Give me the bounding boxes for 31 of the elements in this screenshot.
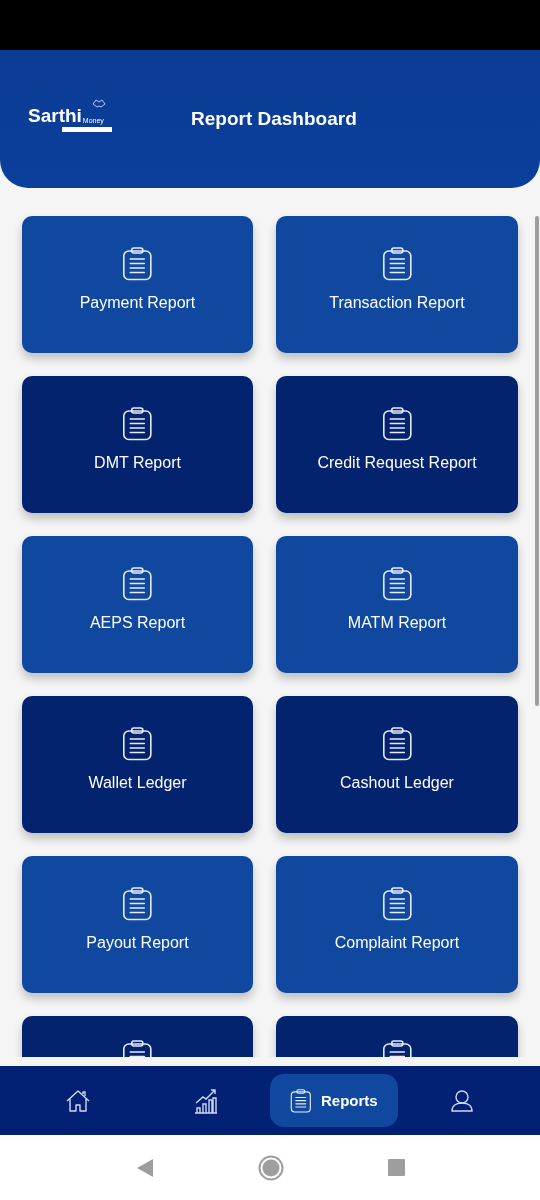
chart-icon [194,1087,218,1114]
report-card[interactable]: Wallet Ledger [22,696,253,833]
clipboard-icon [381,567,413,601]
report-card[interactable]: DMT Report [22,376,253,513]
logo-tagline-bar [62,126,112,132]
report-card[interactable]: AEPS Report [22,536,253,673]
logo-name: Sarthi [28,106,82,125]
home-icon [66,1089,90,1112]
recents-icon[interactable] [387,1159,405,1176]
clipboard-icon [381,247,413,281]
back-icon[interactable] [135,1157,154,1178]
profile-icon [451,1089,473,1112]
clipboard-icon [122,407,153,441]
home-button-icon[interactable] [257,1154,284,1181]
report-card[interactable]: MATM Report [276,536,518,673]
report-card[interactable]: Complaint Report [276,856,518,993]
nav-tab[interactable]: Reports [270,1074,398,1127]
report-card[interactable]: Transaction Report [276,216,518,353]
report-card[interactable]: Credit Request Report [276,376,518,513]
clipboard-icon [381,727,413,761]
clipboard-icon [290,1088,312,1113]
clipboard-icon [122,247,153,281]
clipboard-icon [122,567,153,601]
page-title: Report Dashboard [191,108,357,130]
report-card[interactable]: Payout Report [22,856,253,993]
report-card[interactable]: Cashout Ledger [276,696,518,833]
clipboard-icon [122,727,153,761]
clipboard-icon [122,887,153,921]
report-card[interactable]: Payment Report [22,216,253,353]
clipboard-icon [381,407,413,441]
clipboard-icon [381,887,413,921]
